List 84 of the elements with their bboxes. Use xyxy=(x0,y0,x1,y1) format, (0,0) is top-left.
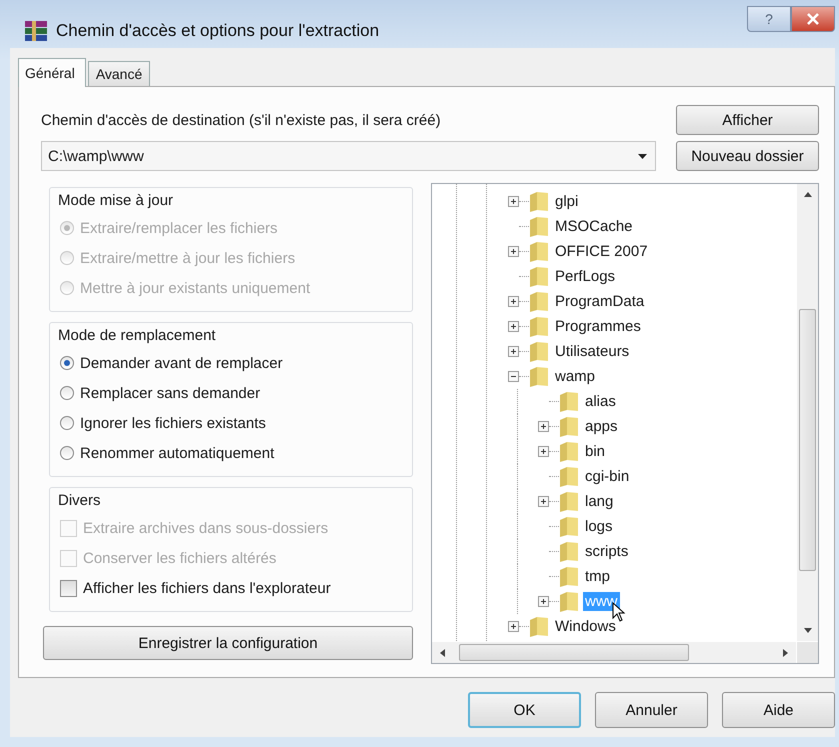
radio-button[interactable] xyxy=(60,386,74,400)
left-arrow-icon[interactable] xyxy=(440,648,445,656)
folder-name[interactable]: OFFICE 2007 xyxy=(553,242,650,261)
folder-icon xyxy=(529,316,549,338)
expand-icon[interactable] xyxy=(508,246,519,257)
tab[interactable]: Avancé xyxy=(88,61,150,86)
option-label: Mettre à jour existants uniquement xyxy=(80,280,310,296)
field-label: Chemin d'accès de destination (s'il n'existe pas, il sera créé) xyxy=(41,112,442,128)
folder-icon xyxy=(559,390,579,412)
expand-icon[interactable] xyxy=(538,596,549,607)
expand-icon[interactable] xyxy=(508,321,519,332)
radio-button[interactable] xyxy=(60,416,74,430)
dialog-button[interactable]: Aide xyxy=(722,692,835,728)
folder-icon xyxy=(559,516,579,538)
folder-name[interactable]: MSOCache xyxy=(553,217,635,236)
save-config-button[interactable]: Enregistrer la configuration xyxy=(43,626,413,660)
folder-icon xyxy=(529,616,549,638)
folder-name[interactable]: bin xyxy=(583,442,608,461)
folder-name[interactable]: Windows xyxy=(553,617,618,636)
option-label: Renommer automatiquement xyxy=(80,444,274,462)
radio-button[interactable] xyxy=(60,446,74,460)
folder-name[interactable]: wamp xyxy=(553,367,598,386)
expand-icon[interactable] xyxy=(508,621,519,632)
option-label: Extraire/mettre à jour les fichiers xyxy=(80,250,296,266)
folder-name[interactable]: cgi-bin xyxy=(583,467,632,486)
expand-icon[interactable] xyxy=(508,296,519,307)
folder-name[interactable]: lang xyxy=(583,492,616,511)
expand-icon[interactable] xyxy=(538,446,549,457)
option-label: Extraire/remplacer les fichiers xyxy=(80,220,278,236)
folder-name[interactable]: logs xyxy=(583,517,615,536)
folder-icon xyxy=(529,190,549,212)
books-icon xyxy=(24,19,48,43)
show-button[interactable]: Afficher xyxy=(676,105,819,135)
folder-icon xyxy=(529,340,549,362)
folder-icon xyxy=(529,266,549,288)
folder-name[interactable]: tmp xyxy=(583,567,612,586)
folder-name[interactable]: Programmes xyxy=(553,317,643,336)
folder-icon xyxy=(559,416,579,438)
path-combo[interactable]: C:\wamp\www xyxy=(41,141,656,171)
horizontal-scrollbar[interactable] xyxy=(432,642,796,663)
folder-name[interactable]: ProgramData xyxy=(553,292,646,311)
folder-icon xyxy=(559,590,579,612)
folder-icon xyxy=(559,490,579,512)
close-button[interactable] xyxy=(791,6,835,32)
expand-icon[interactable] xyxy=(538,496,549,507)
scrollbar-corner xyxy=(797,642,818,663)
ok-button[interactable]: OK xyxy=(468,692,581,728)
folder-name[interactable]: scripts xyxy=(583,542,630,561)
folder-icon xyxy=(559,466,579,488)
option-label: Conserver les fichiers altérés xyxy=(83,550,276,566)
radio-button[interactable] xyxy=(60,356,74,370)
option-label: Extraire archives dans sous-dossiers xyxy=(83,520,328,536)
folder-icon xyxy=(529,216,549,238)
vertical-scrollbar[interactable] xyxy=(797,184,818,641)
folder-icon xyxy=(529,290,549,312)
folder-name[interactable]: PerfLogs xyxy=(553,267,618,286)
expand-icon[interactable] xyxy=(508,346,519,357)
dialog-button[interactable]: Annuler xyxy=(595,692,708,728)
folder-name[interactable]: apps xyxy=(583,417,620,436)
folder-icon xyxy=(529,240,549,262)
folder-icon xyxy=(559,540,579,562)
option-label: Demander avant de remplacer xyxy=(80,354,283,372)
folder-name[interactable]: Utilisateurs xyxy=(553,342,632,361)
folder-name[interactable]: glpi xyxy=(553,192,580,211)
option-label: Remplacer sans demander xyxy=(80,384,260,402)
expand-icon[interactable] xyxy=(508,196,519,207)
expand-icon[interactable] xyxy=(538,421,549,432)
right-arrow-icon[interactable] xyxy=(783,648,788,656)
new-folder-button[interactable]: Nouveau dossier xyxy=(676,141,819,171)
checkbox[interactable] xyxy=(60,580,77,596)
tab[interactable]: Général xyxy=(18,58,86,87)
folder-name[interactable]: alias xyxy=(583,392,618,411)
down-arrow-icon[interactable] xyxy=(804,628,812,633)
up-arrow-icon[interactable] xyxy=(804,192,812,197)
folder-icon xyxy=(529,366,549,388)
close-icon xyxy=(806,13,820,25)
window-title: Chemin d'accès et options pour l'extraction xyxy=(56,21,380,41)
caret-icon xyxy=(638,154,647,158)
option-label: Afficher les fichiers dans l'explorateur xyxy=(83,580,331,596)
option-label: Ignorer les fichiers existants xyxy=(80,414,266,432)
help-button[interactable]: ? xyxy=(747,6,791,32)
folder-icon xyxy=(559,566,579,588)
collapse-icon[interactable] xyxy=(508,371,519,382)
folder-icon xyxy=(559,440,579,462)
